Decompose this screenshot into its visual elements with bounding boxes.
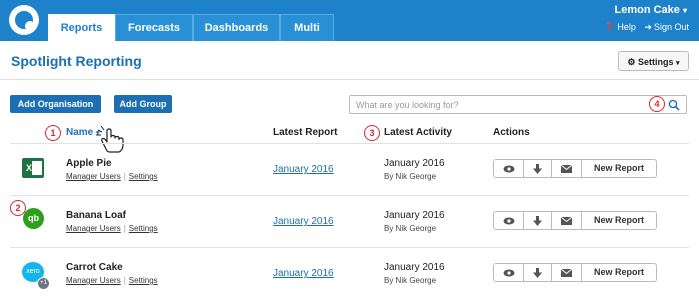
email-button[interactable] — [552, 212, 582, 229]
latest-report-link[interactable]: January 2016 — [273, 268, 334, 279]
email-button[interactable] — [552, 264, 582, 281]
eye-icon — [503, 217, 514, 224]
activity-date: January 2016 — [384, 158, 445, 169]
envelope-icon — [561, 216, 572, 225]
marker-3: 3 — [364, 125, 380, 141]
sign-out-icon: ➜ — [644, 22, 652, 32]
column-header-latest-report: Latest Report — [273, 127, 338, 138]
org-settings-link[interactable]: Settings — [129, 276, 158, 285]
page-title: Spotlight Reporting — [11, 53, 142, 69]
gear-icon: ⚙ — [627, 57, 636, 67]
search-box — [349, 95, 687, 114]
column-header-latest-activity: Latest Activity — [384, 127, 452, 138]
new-report-button[interactable]: New Report — [582, 212, 656, 229]
row-actions: New Report — [493, 211, 657, 230]
arrow-down-icon — [533, 215, 542, 226]
tab-forecasts[interactable]: Forecasts — [115, 14, 193, 41]
quickbooks-icon: qb — [23, 208, 44, 229]
arrow-down-icon — [533, 267, 542, 278]
search-input[interactable] — [356, 97, 646, 112]
activity-by: By Nik George — [384, 224, 437, 233]
user-links: ❓ Help ➜ Sign Out — [598, 22, 689, 33]
column-header-actions: Actions — [493, 127, 530, 138]
row-actions: New Report — [493, 159, 657, 178]
new-report-button[interactable]: New Report — [582, 264, 656, 281]
sign-out-link[interactable]: ➜ Sign Out — [644, 22, 689, 32]
help-icon: ❓ — [604, 22, 616, 32]
tab-multi[interactable]: Multi — [280, 14, 334, 41]
org-links: Manager Users | Settings — [66, 172, 158, 181]
view-button[interactable] — [494, 264, 524, 281]
manager-users-link[interactable]: Manager Users — [66, 172, 121, 181]
download-button[interactable] — [524, 264, 552, 281]
eye-icon — [503, 269, 514, 276]
org-settings-link[interactable]: Settings — [129, 172, 158, 181]
add-group-button[interactable]: Add Group — [114, 95, 172, 113]
app-logo-icon[interactable] — [9, 5, 39, 35]
activity-by: By Nik George — [384, 276, 437, 285]
row-divider — [10, 247, 689, 248]
org-links: Manager Users | Settings — [66, 224, 158, 233]
view-button[interactable] — [494, 160, 524, 177]
email-button[interactable] — [552, 160, 582, 177]
envelope-icon — [561, 164, 572, 173]
activity-by: By Nik George — [384, 172, 437, 181]
org-name[interactable]: Carrot Cake — [66, 262, 123, 273]
new-report-button[interactable]: New Report — [582, 160, 656, 177]
marker-4: 4 — [649, 96, 665, 112]
column-header-name[interactable]: Name ▾ — [66, 127, 100, 138]
user-name: Lemon Cake — [614, 4, 680, 16]
row-actions: New Report — [493, 263, 657, 282]
marker-1: 1 — [45, 125, 61, 141]
user-menu[interactable]: Lemon Cake ▾ — [615, 4, 688, 16]
org-links: Manager Users | Settings — [66, 276, 158, 285]
arrow-down-icon — [533, 163, 542, 174]
search-icon[interactable] — [668, 99, 680, 111]
org-name[interactable]: Apple Pie — [66, 158, 112, 169]
help-link[interactable]: ❓ Help — [604, 22, 636, 32]
tab-dashboards[interactable]: Dashboards — [193, 14, 280, 41]
eye-icon — [503, 165, 514, 172]
manager-users-link[interactable]: Manager Users — [66, 276, 121, 285]
activity-date: January 2016 — [384, 210, 445, 221]
caret-down-icon: ▾ — [676, 60, 680, 67]
activity-date: January 2016 — [384, 262, 445, 273]
manager-users-link[interactable]: Manager Users — [66, 224, 121, 233]
excel-icon: X — [22, 158, 44, 178]
hand-cursor-icon — [96, 126, 124, 153]
row-divider — [10, 195, 689, 196]
caret-down-icon: ▾ — [682, 6, 687, 15]
row-divider — [10, 143, 689, 144]
latest-report-link[interactable]: January 2016 — [273, 216, 334, 227]
settings-button[interactable]: ⚙ Settings ▾ — [618, 51, 689, 71]
view-button[interactable] — [494, 212, 524, 229]
divider — [0, 79, 699, 80]
group-count-badge: +1 — [37, 277, 50, 290]
envelope-icon — [561, 268, 572, 277]
download-button[interactable] — [524, 160, 552, 177]
tab-reports[interactable]: Reports — [48, 14, 115, 41]
latest-report-link[interactable]: January 2016 — [273, 164, 334, 175]
download-button[interactable] — [524, 212, 552, 229]
add-organisation-button[interactable]: Add Organisation — [10, 95, 101, 113]
org-name[interactable]: Banana Loaf — [66, 210, 126, 221]
org-settings-link[interactable]: Settings — [129, 224, 158, 233]
